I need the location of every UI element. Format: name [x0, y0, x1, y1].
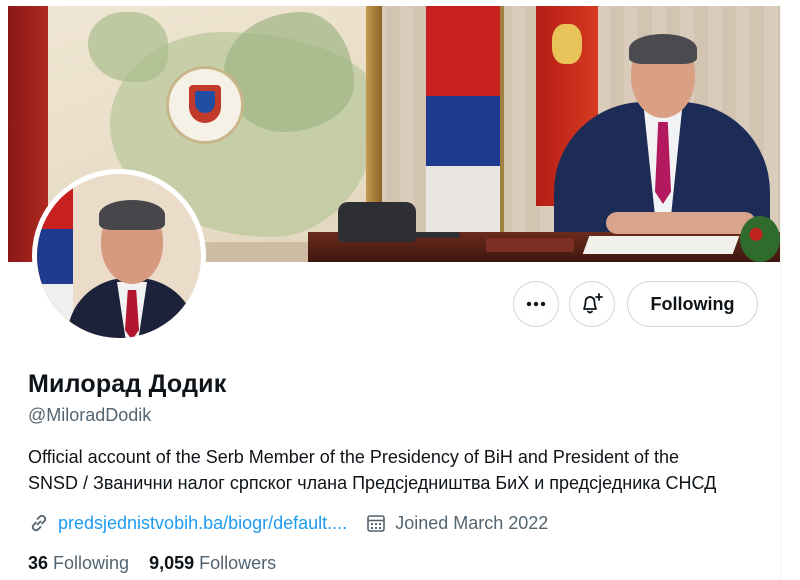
profile-meta-row: predsjednistvobih.ba/biogr/default.... J… — [28, 511, 548, 535]
display-name: Милорад Додик — [28, 370, 227, 398]
username-handle: @MiloradDodik — [28, 405, 152, 425]
followers-count: 9,059 — [149, 553, 195, 573]
website-link[interactable]: predsjednistvobih.ba/biogr/default.... — [58, 513, 347, 534]
followers-label: Followers — [199, 553, 277, 573]
avatar[interactable] — [32, 169, 206, 343]
link-icon — [31, 514, 47, 532]
avatar-photo — [37, 174, 201, 338]
following-count: 36 — [28, 553, 49, 573]
calendar-icon — [367, 515, 385, 532]
bell-plus-icon — [583, 293, 603, 314]
profile-page: Following Милорад Додик @MiloradDodik Of… — [8, 6, 781, 580]
following-label: Following — [53, 553, 130, 573]
following-button-label: Following — [650, 293, 735, 314]
followers-stat-link[interactable]: 9,059 Followers — [149, 553, 276, 574]
following-button[interactable]: Following — [627, 281, 758, 327]
flag — [426, 6, 504, 96]
more-button[interactable] — [513, 281, 559, 327]
notifications-button[interactable] — [569, 281, 615, 327]
profile-bio: Official account of the Serb Member of t… — [28, 444, 768, 496]
bio-line: SNSD / Званични налог српског члана Пред… — [28, 473, 717, 493]
coat-of-arms-emblem — [166, 66, 244, 144]
bio-line: Official account of the Serb Member of t… — [28, 447, 680, 467]
more-horizontal-icon — [526, 301, 546, 307]
follow-stats: 36 Following 9,059 Followers — [28, 553, 276, 574]
telephone — [338, 202, 416, 242]
joined-date: Joined March 2022 — [395, 512, 549, 533]
following-stat-link[interactable]: 36 Following — [28, 553, 129, 574]
